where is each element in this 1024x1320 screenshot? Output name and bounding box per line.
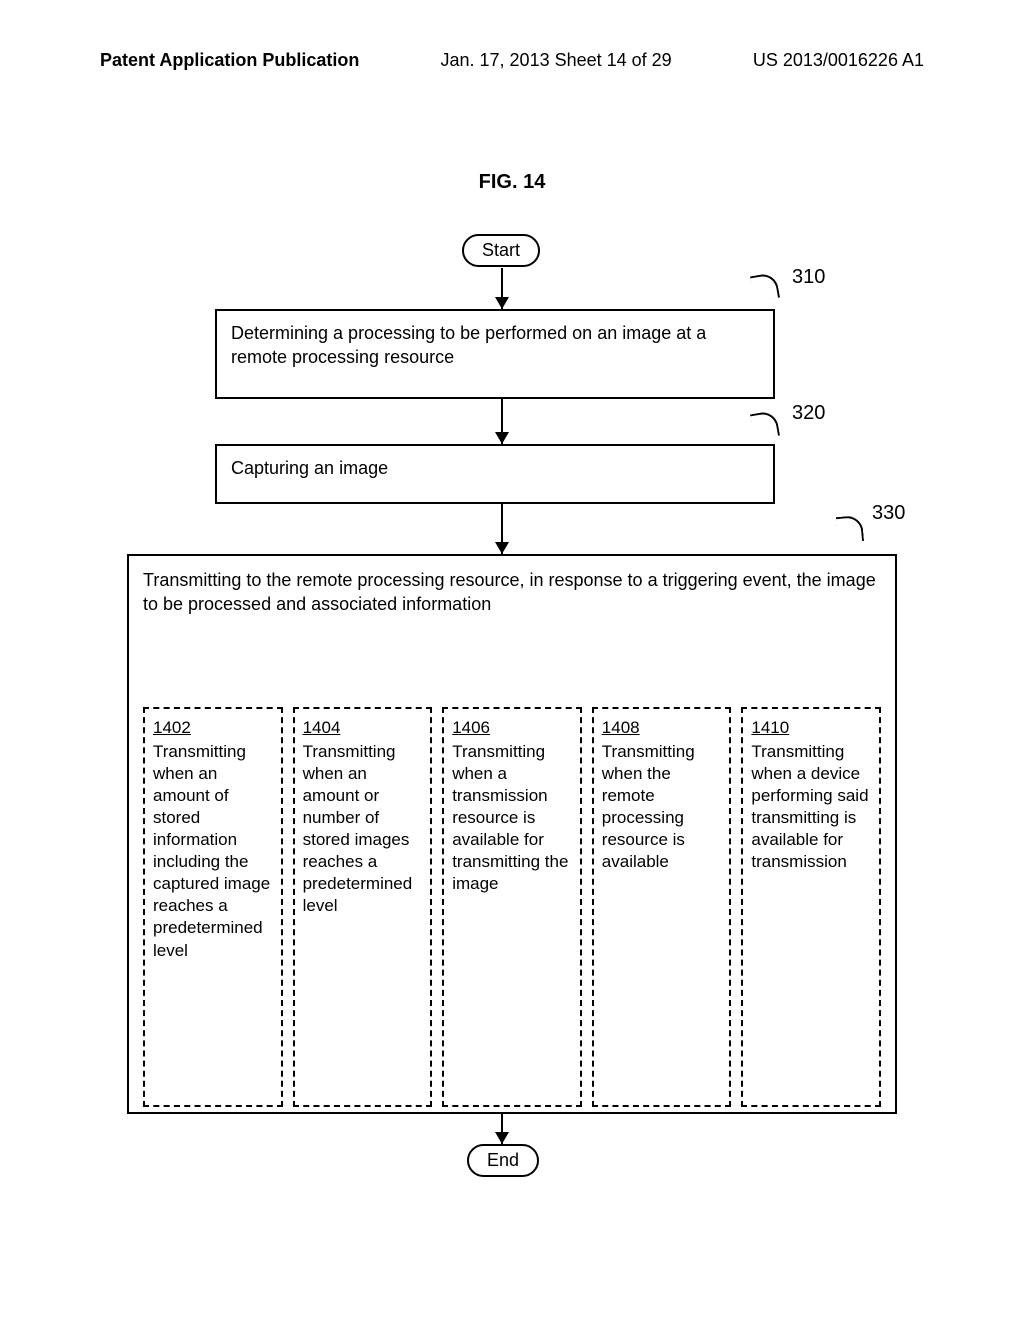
arrowhead-icon xyxy=(495,542,509,554)
subbox-1408: 1408 Transmitting when the remote proces… xyxy=(592,707,732,1107)
subbox-ref: 1406 xyxy=(452,717,572,739)
process-box-330: Transmitting to the remote processing re… xyxy=(127,554,897,1114)
ref-hook-icon xyxy=(750,272,780,302)
start-terminal: Start xyxy=(462,234,540,267)
subbox-1410: 1410 Transmitting when a device performi… xyxy=(741,707,881,1107)
subbox-text: Transmitting when an amount or number of… xyxy=(303,742,413,916)
box-330-text: Transmitting to the remote processing re… xyxy=(143,570,876,614)
ref-label-310: 310 xyxy=(792,266,825,289)
end-label: End xyxy=(487,1150,519,1170)
subbox-ref: 1408 xyxy=(602,717,722,739)
subbox-text: Transmitting when a device performing sa… xyxy=(751,742,868,871)
subbox-1404: 1404 Transmitting when an amount or numb… xyxy=(293,707,433,1107)
subbox-1402: 1402 Transmitting when an amount of stor… xyxy=(143,707,283,1107)
subbox-ref: 1402 xyxy=(153,717,273,739)
subbox-ref: 1410 xyxy=(751,717,871,739)
process-box-320: Capturing an image xyxy=(215,444,775,504)
arrowhead-icon xyxy=(495,432,509,444)
ref-hook-icon xyxy=(836,515,864,543)
subbox-text: Transmitting when an amount of stored in… xyxy=(153,742,270,960)
ref-label-330: 330 xyxy=(872,502,905,525)
ref-hook-icon xyxy=(750,410,780,440)
figure-title: FIG. 14 xyxy=(0,171,1024,194)
header-center: Jan. 17, 2013 Sheet 14 of 29 xyxy=(441,50,672,71)
box-310-text: Determining a processing to be performed… xyxy=(231,323,706,367)
start-label: Start xyxy=(482,240,520,260)
arrowhead-icon xyxy=(495,297,509,309)
subbox-text: Transmitting when the remote processing … xyxy=(602,742,695,871)
box-320-text: Capturing an image xyxy=(231,458,388,478)
header-right: US 2013/0016226 A1 xyxy=(753,50,924,71)
page-header: Patent Application Publication Jan. 17, … xyxy=(0,0,1024,81)
process-box-310: Determining a processing to be performed… xyxy=(215,309,775,399)
subbox-1406: 1406 Transmitting when a transmission re… xyxy=(442,707,582,1107)
subbox-row: 1402 Transmitting when an amount of stor… xyxy=(143,707,881,1107)
header-left: Patent Application Publication xyxy=(100,50,359,71)
ref-label-320: 320 xyxy=(792,402,825,425)
arrowhead-icon xyxy=(495,1132,509,1144)
end-terminal: End xyxy=(467,1144,539,1177)
subbox-text: Transmitting when a transmission resourc… xyxy=(452,742,568,894)
subbox-ref: 1404 xyxy=(303,717,423,739)
